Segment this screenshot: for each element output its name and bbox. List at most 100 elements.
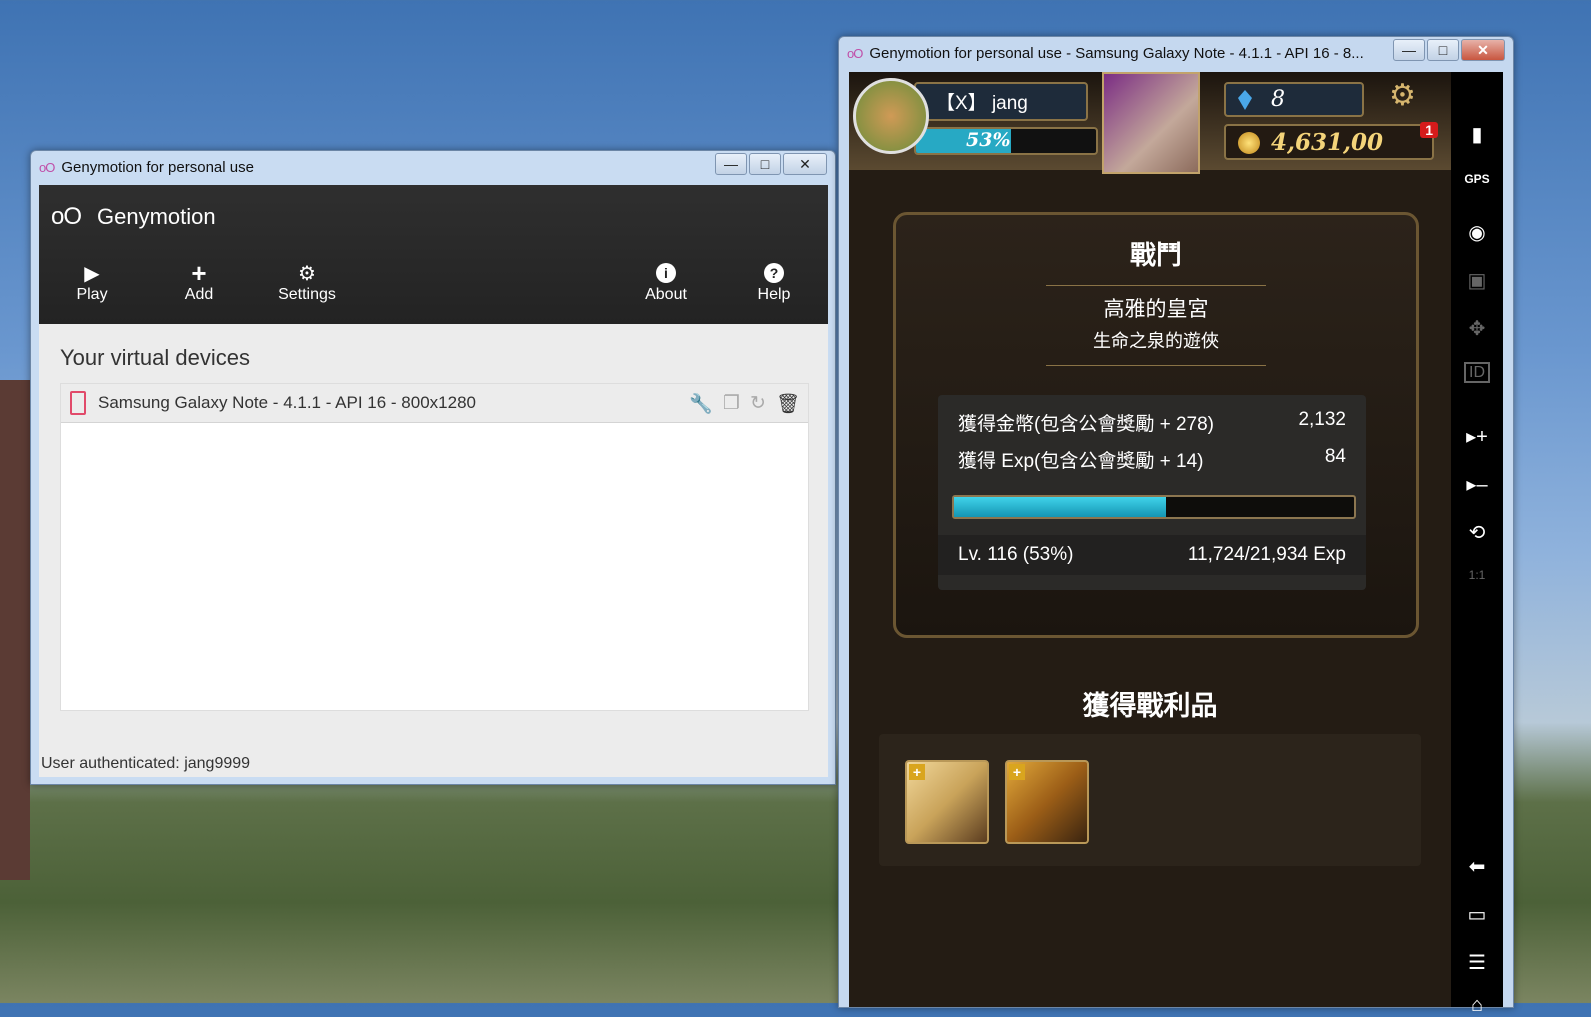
play-icon: ▶ (84, 262, 100, 285)
level-text: Lv. 116 (53%) (958, 544, 1074, 565)
recent-apps-icon[interactable]: ▭ (1451, 902, 1503, 927)
plus-icon: + (909, 764, 925, 780)
player-name-plate: 【X】 jang (914, 82, 1088, 121)
emulator-sidebar: ▮ GPS ◉ ▣ ✥ ID ▸+ ▸– ⟲ 1:1 ⬅ ▭ ☰ ⌂ (1451, 72, 1503, 1016)
help-button[interactable]: ? Help (734, 260, 814, 304)
launcher-app: oO Genymotion ▶ Play + Add ⚙ Settings i … (39, 185, 828, 777)
rotate-icon[interactable]: ⟲ (1451, 520, 1503, 545)
trash-icon[interactable]: 🗑 (776, 392, 800, 416)
wallpaper-building (0, 380, 30, 880)
device-id-icon[interactable]: ID (1451, 362, 1503, 383)
add-label: Add (184, 286, 214, 303)
maximize-button[interactable]: □ (749, 153, 781, 175)
info-icon: i (656, 263, 676, 283)
wrench-icon[interactable]: 🔧 (689, 392, 713, 416)
battle-title: 戰鬥 (1129, 240, 1182, 270)
divider (1046, 365, 1266, 366)
scale-icon[interactable]: 1:1 (1451, 568, 1503, 582)
launcher-titlebar[interactable]: oO Genymotion for personal use — □ ✕ (31, 151, 835, 183)
launcher-header: oO Genymotion ▶ Play + Add ⚙ Settings i … (39, 185, 828, 324)
gear-icon: ⚙ (298, 262, 316, 285)
phone-icon (70, 391, 86, 415)
brand: oO Genymotion (51, 203, 216, 231)
genymotion-logo-icon: oO (847, 45, 863, 61)
gold-label: 獲得金幣(包含公會獎勵 + 278) (958, 414, 1215, 435)
loot-card[interactable]: + (1005, 760, 1089, 844)
close-button[interactable]: ✕ (1461, 39, 1505, 61)
coin-count: 4,631,00 (1271, 128, 1384, 156)
leader-portrait[interactable] (1102, 72, 1200, 174)
exp-progress-text: 11,724/21,934 Exp (1187, 544, 1346, 565)
help-label: Help (757, 286, 791, 303)
device-row[interactable]: Samsung Galaxy Note - 4.1.1 - API 16 - 8… (61, 384, 808, 423)
device-screen[interactable]: 【X】 jang 53% 8 4,631,00 1 ⚙ 戰鬥 高雅的皇宮 生命之… (849, 72, 1451, 1007)
loot-title: 獲得戰利品 (1082, 691, 1218, 721)
plus-icon: + (191, 257, 207, 288)
capture-icon[interactable]: ▣ (1451, 268, 1503, 293)
settings-button[interactable]: ⚙ Settings (267, 260, 347, 304)
notification-badge: 1 (1420, 122, 1438, 138)
device-id-label: ID (1464, 362, 1490, 383)
emulator-titlebar[interactable]: oO Genymotion for personal use - Samsung… (839, 37, 1513, 69)
clone-icon[interactable]: ❐ (723, 392, 740, 416)
about-label: About (645, 286, 687, 303)
volume-down-icon[interactable]: ▸– (1451, 472, 1503, 497)
scale-label: 1:1 (1468, 568, 1486, 582)
genymotion-logo-icon: oO (51, 203, 82, 230)
gem-counter[interactable]: 8 (1224, 82, 1364, 117)
loot-card[interactable]: + (905, 760, 989, 844)
exp-value: 84 (1324, 446, 1346, 467)
webcam-icon[interactable]: ◉ (1451, 220, 1503, 245)
coin-counter[interactable]: 4,631,00 1 (1224, 122, 1438, 160)
emulator-window: oO Genymotion for personal use - Samsung… (838, 36, 1514, 1016)
battle-result-panel: 戰鬥 高雅的皇宮 生命之泉的遊俠 獲得金幣(包含公會獎勵 + 278) 2,13… (893, 212, 1419, 638)
gps-icon[interactable]: GPS (1451, 172, 1503, 186)
xp-bar: 53% (914, 127, 1098, 155)
minimize-button[interactable]: — (1393, 39, 1425, 61)
exp-row: 獲得 Exp(包含公會獎勵 + 14) 84 (958, 446, 1346, 473)
gold-value: 2,132 (1298, 409, 1346, 430)
close-button[interactable]: ✕ (783, 153, 827, 175)
device-list: Samsung Galaxy Note - 4.1.1 - API 16 - 8… (60, 383, 809, 711)
xp-percent: 53% (966, 129, 1011, 151)
genymotion-logo-icon: oO (39, 159, 55, 175)
help-icon: ? (764, 263, 784, 283)
exp-label: 獲得 Exp(包含公會獎勵 + 14) (958, 451, 1204, 472)
player-avatar[interactable] (853, 78, 929, 154)
divider (1046, 285, 1266, 286)
battery-icon[interactable]: ▮ (1451, 122, 1503, 147)
launcher-window-title: Genymotion for personal use (61, 158, 254, 176)
exp-progress-fill (954, 497, 1166, 517)
genymotion-launcher-window: oO Genymotion for personal use — □ ✕ oO … (30, 150, 836, 785)
home-icon[interactable]: ⌂ (1451, 994, 1503, 1017)
game-hud: 【X】 jang 53% 8 4,631,00 1 ⚙ (849, 72, 1451, 174)
maximize-button[interactable]: □ (1427, 39, 1459, 61)
app-name: Genymotion (97, 204, 216, 229)
gem-icon (1238, 90, 1252, 110)
dpad-icon[interactable]: ✥ (1451, 316, 1503, 341)
settings-label: Settings (278, 286, 336, 303)
level-row: Lv. 116 (53%) 11,724/21,934 Exp (938, 535, 1366, 575)
add-button[interactable]: + Add (159, 257, 239, 304)
gem-count: 8 (1271, 87, 1285, 112)
stage-subtitle: 生命之泉的遊俠 (1093, 331, 1219, 351)
plus-icon: + (1009, 764, 1025, 780)
coin-icon (1238, 132, 1260, 154)
reward-summary: 獲得金幣(包含公會獎勵 + 278) 2,132 獲得 Exp(包含公會獎勵 +… (938, 395, 1366, 590)
gold-row: 獲得金幣(包含公會獎勵 + 278) 2,132 (958, 409, 1346, 436)
play-label: Play (76, 286, 108, 303)
reset-icon[interactable]: ↻ (750, 392, 766, 416)
back-icon[interactable]: ⬅ (1451, 854, 1503, 879)
minimize-button[interactable]: — (715, 153, 747, 175)
play-button[interactable]: ▶ Play (52, 260, 132, 304)
gear-icon[interactable]: ⚙ (1389, 78, 1416, 113)
exp-progress-bar (952, 495, 1356, 519)
volume-up-icon[interactable]: ▸+ (1451, 424, 1503, 449)
gps-label: GPS (1464, 172, 1490, 186)
about-button[interactable]: i About (626, 260, 706, 304)
device-name: Samsung Galaxy Note - 4.1.1 - API 16 - 8… (98, 393, 476, 412)
player-name: 【X】 jang (936, 93, 1028, 114)
stage-name: 高雅的皇宮 (1103, 298, 1209, 321)
section-title: Your virtual devices (60, 345, 250, 370)
menu-icon[interactable]: ☰ (1451, 950, 1503, 975)
